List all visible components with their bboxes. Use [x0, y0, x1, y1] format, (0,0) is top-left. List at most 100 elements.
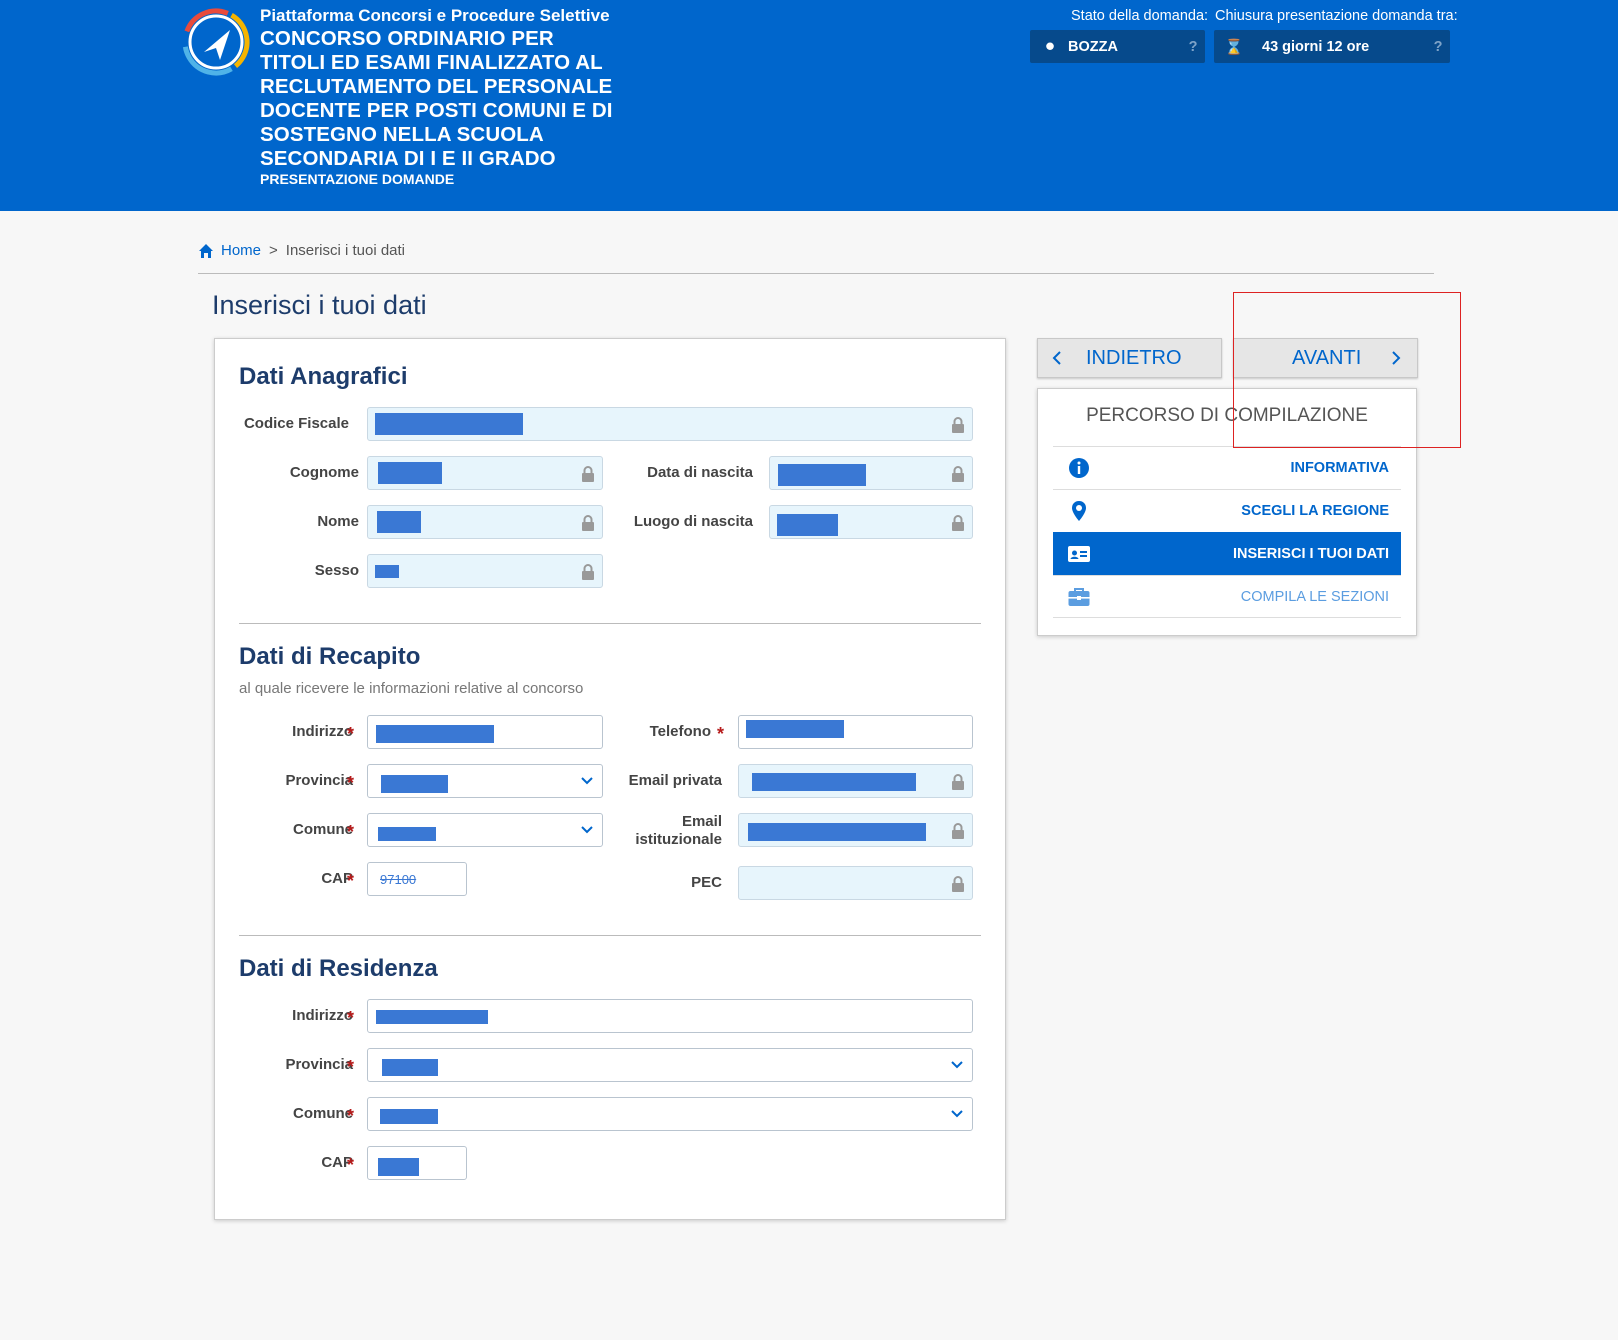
- status-value: BOZZA: [1068, 38, 1118, 55]
- recapito-provincia-select[interactable]: [367, 764, 603, 798]
- label-email-istituzionale: Email istituzionale: [635, 813, 722, 848]
- chevron-down-icon: [581, 777, 593, 785]
- chevron-down-icon: [581, 826, 593, 834]
- redacted-value: [748, 823, 926, 841]
- residenza-cap-input[interactable]: [367, 1146, 467, 1180]
- lock-icon: [582, 466, 594, 482]
- pec-field: [738, 866, 973, 900]
- recapito-indirizzo-input[interactable]: [367, 715, 603, 749]
- redacted-value: [380, 1109, 438, 1124]
- label-residenza-cap: CAP: [321, 1154, 353, 1171]
- label-telefono: Telefono: [649, 723, 711, 740]
- redacted-value: [378, 462, 442, 484]
- recapito-comune-select[interactable]: [367, 813, 603, 847]
- redacted-value: [375, 413, 523, 435]
- email-privata-field: [738, 764, 973, 798]
- redacted-value: [778, 464, 866, 486]
- status-badge: ⏺ BOZZA ?: [1030, 30, 1205, 63]
- lock-icon: [952, 823, 964, 839]
- label-sesso: Sesso: [314, 562, 359, 579]
- label-luogo-nascita: Luogo di nascita: [633, 513, 753, 530]
- logo-icon: [182, 8, 250, 76]
- required-mark: *: [347, 1057, 355, 1077]
- redacted-value: [376, 1010, 488, 1024]
- breadcrumb-divider: [198, 273, 1434, 274]
- contest-title: CONCORSO ORDINARIO PER TITOLI ED ESAMI F…: [260, 27, 613, 170]
- lock-icon: [582, 515, 594, 531]
- recapito-cap-input[interactable]: 97100: [367, 862, 467, 896]
- redacted-value: [376, 725, 494, 743]
- contest-subtitle: PRESENTAZIONE DOMANDE: [260, 171, 455, 187]
- required-mark: *: [347, 1106, 355, 1126]
- chevron-down-icon: [951, 1061, 963, 1069]
- deadline-value: 43 giorni 12 ore: [1262, 38, 1370, 55]
- deadline-badge: ⌛ 43 giorni 12 ore ?: [1214, 30, 1450, 63]
- required-mark: *: [347, 1155, 355, 1175]
- info-icon: [1069, 458, 1089, 478]
- breadcrumb-current: Inserisci i tuoi dati: [285, 242, 405, 259]
- label-residenza-indirizzo: Indirizzo: [292, 1007, 353, 1024]
- label-recapito-provincia: Provincia: [285, 772, 353, 789]
- step-label: INSERISCI I TUOI DATI: [1232, 546, 1389, 562]
- id-card-icon: [1068, 546, 1090, 562]
- redacted-value: [378, 827, 436, 841]
- label-email-privata: Email privata: [628, 772, 722, 789]
- required-mark: *: [347, 822, 355, 842]
- back-button[interactable]: INDIETRO: [1037, 338, 1222, 378]
- lock-icon: [952, 515, 964, 531]
- section-title-recapito: Dati di Recapito: [239, 643, 421, 670]
- lock-icon: [952, 417, 964, 433]
- deadline-help-button[interactable]: ?: [1426, 39, 1450, 55]
- step-informativa[interactable]: INFORMATIVA: [1053, 446, 1401, 489]
- lock-icon: [582, 564, 594, 580]
- status-help-button[interactable]: ?: [1181, 39, 1205, 55]
- status-label: Stato della domanda:: [1071, 8, 1209, 24]
- recapito-cap-value: 97100: [380, 872, 417, 887]
- residenza-comune-select[interactable]: [367, 1097, 973, 1131]
- page-title: Inserisci i tuoi dati: [212, 290, 427, 320]
- chevron-left-icon: [1052, 351, 1061, 365]
- luogo-nascita-field: [769, 505, 973, 539]
- hourglass-icon: ⌛: [1224, 38, 1244, 56]
- residenza-indirizzo-input[interactable]: [367, 999, 973, 1033]
- deadline-label: Chiusura presentazione domanda tra:: [1215, 8, 1458, 24]
- redacted-value: [377, 511, 421, 533]
- section-title-anagrafici: Dati Anagrafici: [239, 363, 408, 390]
- step-label: INFORMATIVA: [1290, 460, 1389, 476]
- required-mark: *: [347, 724, 355, 744]
- redacted-value: [378, 1158, 419, 1176]
- required-mark: *: [347, 773, 355, 793]
- nome-field: [367, 505, 603, 539]
- breadcrumb: Home > Inserisci i tuoi dati: [198, 242, 405, 259]
- step-compila-sezioni[interactable]: COMPILA LE SEZIONI: [1053, 575, 1401, 618]
- section-divider: [239, 935, 981, 936]
- header: Piattaforma Concorsi e Procedure Seletti…: [0, 0, 1618, 211]
- breadcrumb-separator: >: [269, 242, 278, 259]
- sesso-field: [367, 554, 603, 588]
- label-codice-fiscale: Codice Fiscale: [243, 415, 349, 432]
- breadcrumb-home-link[interactable]: Home: [221, 242, 261, 259]
- platform-name: Piattaforma Concorsi e Procedure Seletti…: [260, 6, 610, 25]
- label-recapito-cap: CAP: [321, 870, 353, 887]
- step-scegli-regione[interactable]: SCEGLI LA REGIONE: [1053, 489, 1401, 532]
- label-pec: PEC: [691, 874, 722, 891]
- residenza-provincia-select[interactable]: [367, 1048, 973, 1082]
- label-residenza-provincia: Provincia: [285, 1056, 353, 1073]
- data-nascita-field: [769, 456, 973, 490]
- required-mark: *: [717, 724, 725, 744]
- redacted-value: [746, 720, 844, 738]
- redacted-value: [381, 775, 448, 793]
- redacted-value: [777, 514, 838, 536]
- lock-icon: [952, 876, 964, 892]
- section-title-residenza: Dati di Residenza: [239, 955, 438, 982]
- label-recapito-comune: Comune: [293, 821, 353, 838]
- label-recapito-indirizzo: Indirizzo: [292, 723, 353, 740]
- step-label: COMPILA LE SEZIONI: [1240, 588, 1389, 605]
- step-inserisci-dati[interactable]: INSERISCI I TUOI DATI: [1053, 532, 1401, 575]
- redacted-value: [382, 1059, 438, 1076]
- required-mark: *: [347, 1008, 355, 1028]
- telefono-input[interactable]: [738, 715, 973, 749]
- codice-fiscale-field: [367, 407, 973, 441]
- briefcase-icon: [1068, 587, 1090, 606]
- section-subtitle-recapito: al quale ricevere le informazioni relati…: [239, 680, 584, 697]
